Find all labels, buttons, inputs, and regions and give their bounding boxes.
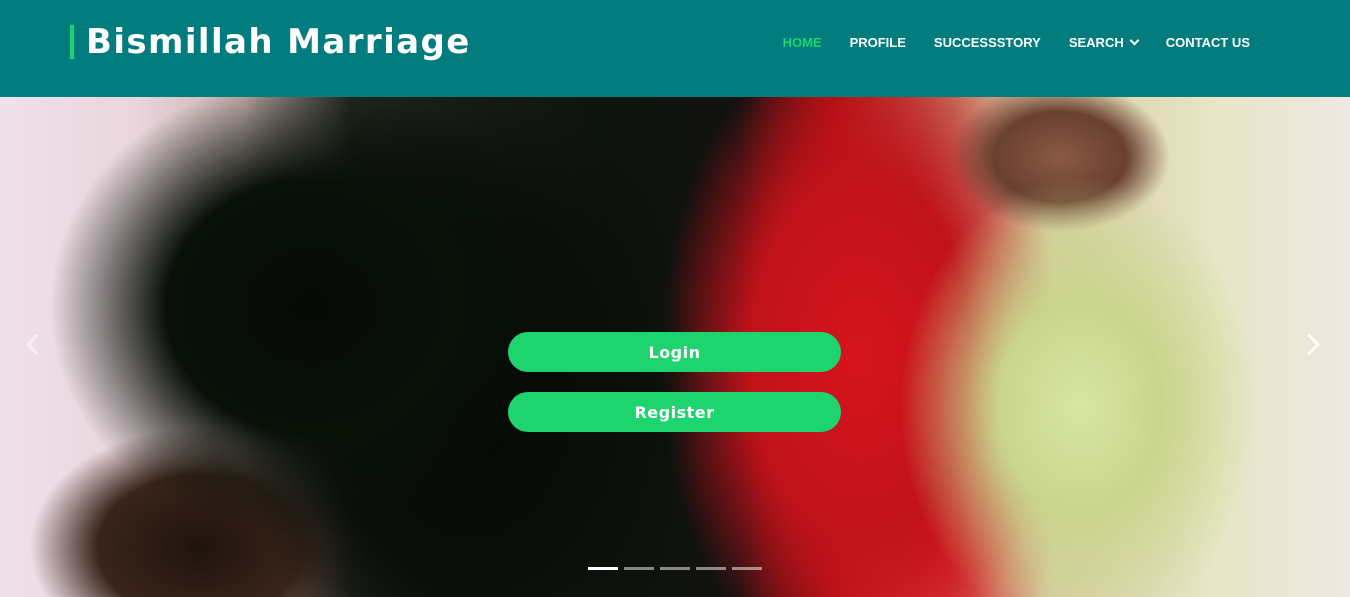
nav-search[interactable]: SEARCH [1068, 34, 1140, 50]
nav-profile[interactable]: PROFILE [850, 35, 906, 50]
carousel-indicator-1[interactable] [588, 567, 618, 570]
carousel-indicator-4[interactable] [696, 567, 726, 570]
register-button[interactable]: Register [508, 392, 841, 432]
chevron-down-icon [1129, 35, 1140, 45]
nav-search-label: SEARCH [1068, 34, 1124, 50]
hero-carousel: Login Register [0, 97, 1350, 597]
carousel-indicator-2[interactable] [624, 567, 654, 570]
nav-contact-us[interactable]: CONTACT US [1166, 35, 1250, 50]
brand-accent-bar [70, 25, 74, 59]
site-header: Bismillah Marriage HOME PROFILE SUCCESSS… [0, 0, 1350, 97]
main-nav: HOME PROFILE SUCCESSSTORY SEARCH CONTACT… [755, 30, 1250, 54]
carousel-indicators [588, 567, 768, 570]
carousel-indicator-3[interactable] [660, 567, 690, 570]
login-button[interactable]: Login [508, 332, 841, 372]
nav-successstory[interactable]: SUCCESSSTORY [934, 35, 1041, 50]
nav-home[interactable]: HOME [783, 35, 822, 50]
carousel-indicator-5[interactable] [732, 567, 762, 570]
brand[interactable]: Bismillah Marriage [70, 22, 471, 62]
brand-title[interactable]: Bismillah Marriage [86, 22, 471, 62]
